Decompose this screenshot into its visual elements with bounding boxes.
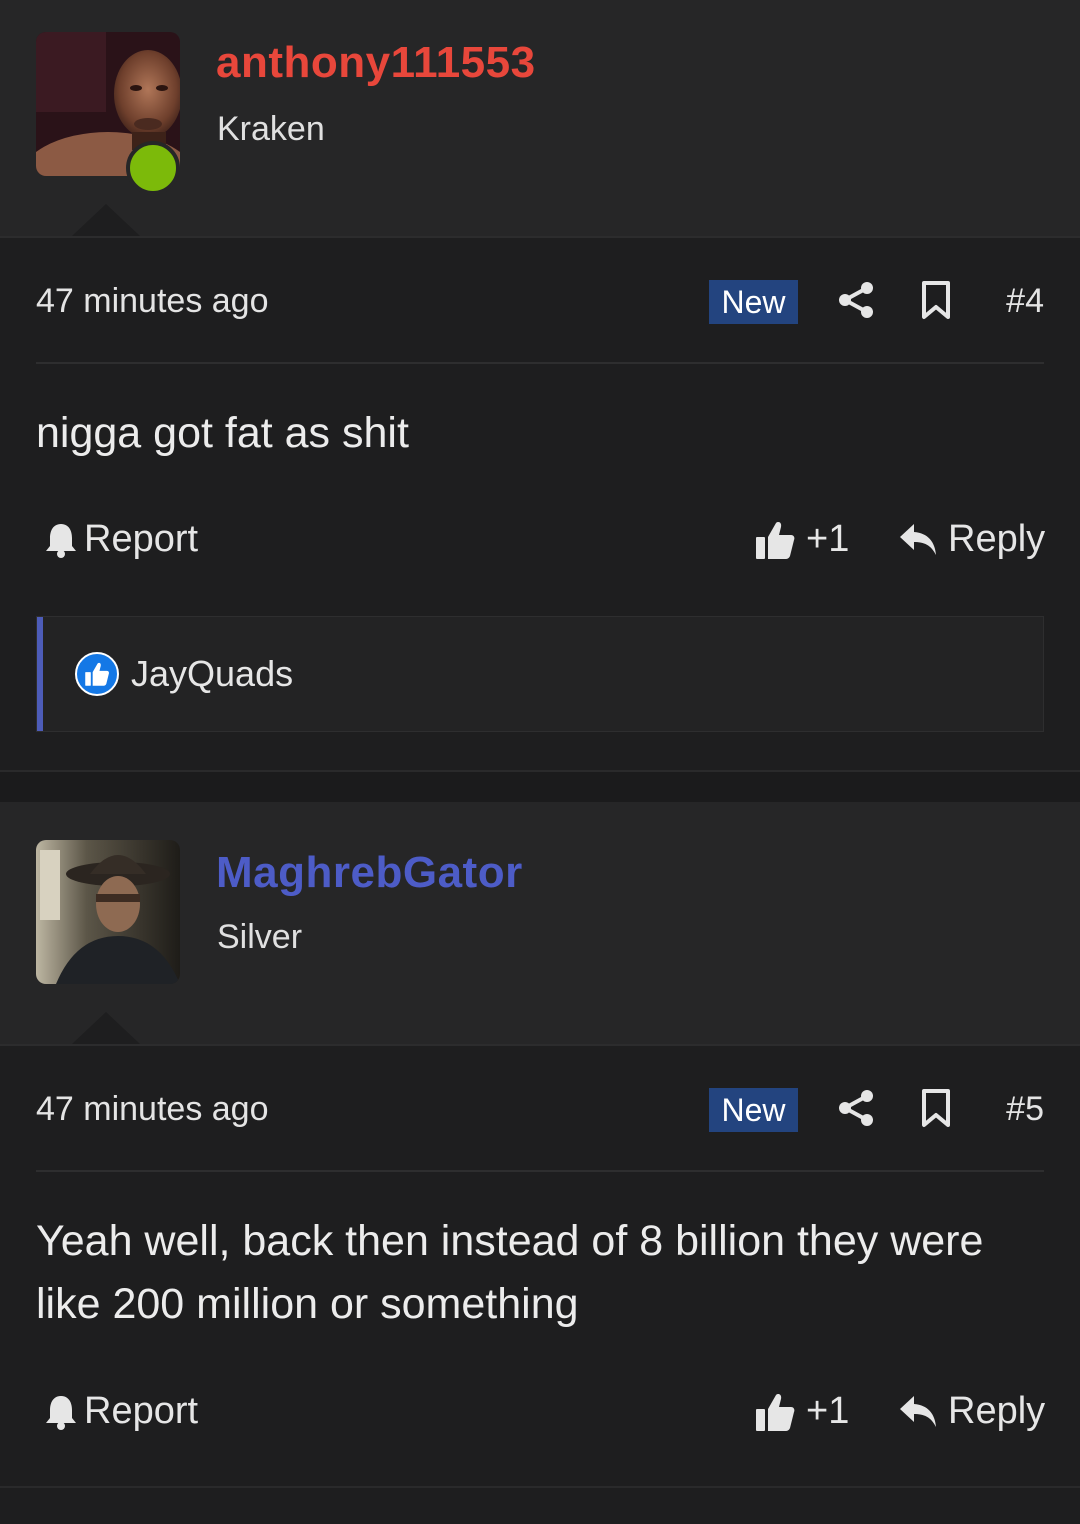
share-icon[interactable] xyxy=(836,280,876,320)
new-badge: New xyxy=(709,280,798,324)
report-label: Report xyxy=(84,1390,199,1432)
user-title: Silver xyxy=(217,918,303,956)
report-button[interactable]: Report xyxy=(44,1390,198,1433)
online-status-dot xyxy=(126,141,180,195)
divider xyxy=(36,362,1044,364)
post-number[interactable]: #4 xyxy=(1006,282,1044,321)
like-count: +1 xyxy=(806,518,850,560)
post-number[interactable]: #5 xyxy=(1006,1090,1044,1129)
post-4: anthony111553 Kraken 47 minutes ago New … xyxy=(0,0,1080,772)
thumbs-up-icon xyxy=(75,652,119,696)
reply-arrow-icon xyxy=(900,1395,936,1427)
thumbs-up-icon xyxy=(756,521,795,559)
post-body: 47 minutes ago New #5 Yeah well, back th… xyxy=(0,1044,1080,1524)
reactor-name[interactable]: JayQuads xyxy=(131,653,293,695)
post-message: Yeah well, back then instead of 8 billio… xyxy=(36,1217,984,1328)
bell-icon xyxy=(46,523,76,558)
post-time[interactable]: 47 minutes ago xyxy=(36,282,269,321)
post-message: nigga got fat as shit xyxy=(36,409,409,457)
reactions-bar[interactable]: JayQuads xyxy=(36,616,1044,732)
username[interactable]: anthony111553 xyxy=(216,38,536,88)
like-count: +1 xyxy=(806,1390,850,1432)
bookmark-icon[interactable] xyxy=(920,1088,952,1128)
new-badge: New xyxy=(709,1088,798,1132)
share-icon[interactable] xyxy=(836,1088,876,1128)
post-separator xyxy=(0,770,1080,802)
reply-label: Reply xyxy=(948,1390,1046,1432)
username[interactable]: MaghrebGator xyxy=(216,848,523,898)
post-time[interactable]: 47 minutes ago xyxy=(36,1090,269,1129)
reactions-accent xyxy=(37,617,43,731)
like-button[interactable]: +1 xyxy=(754,1390,849,1433)
reply-button[interactable]: Reply xyxy=(898,1390,1045,1433)
bell-icon xyxy=(46,1395,76,1430)
report-button[interactable]: Report xyxy=(44,518,198,561)
post-body: 47 minutes ago New #4 nigga got fat as s… xyxy=(0,236,1080,772)
post-5: MaghrebGator Silver 47 minutes ago New #… xyxy=(0,802,1080,1524)
user-title: Kraken xyxy=(217,110,325,148)
reply-label: Reply xyxy=(948,518,1046,560)
like-button[interactable]: +1 xyxy=(754,518,849,561)
avatar[interactable] xyxy=(36,840,180,984)
thumbs-up-icon xyxy=(756,1393,795,1431)
bookmark-icon[interactable] xyxy=(920,280,952,320)
bottom-divider xyxy=(0,1486,1080,1488)
header-caret xyxy=(72,1012,140,1044)
divider xyxy=(36,1170,1044,1172)
header-caret xyxy=(72,204,140,236)
reply-arrow-icon xyxy=(900,523,936,555)
reply-button[interactable]: Reply xyxy=(898,518,1045,561)
post-header: anthony111553 Kraken xyxy=(0,0,1080,236)
post-header: MaghrebGator Silver xyxy=(0,802,1080,1044)
report-label: Report xyxy=(84,518,199,560)
